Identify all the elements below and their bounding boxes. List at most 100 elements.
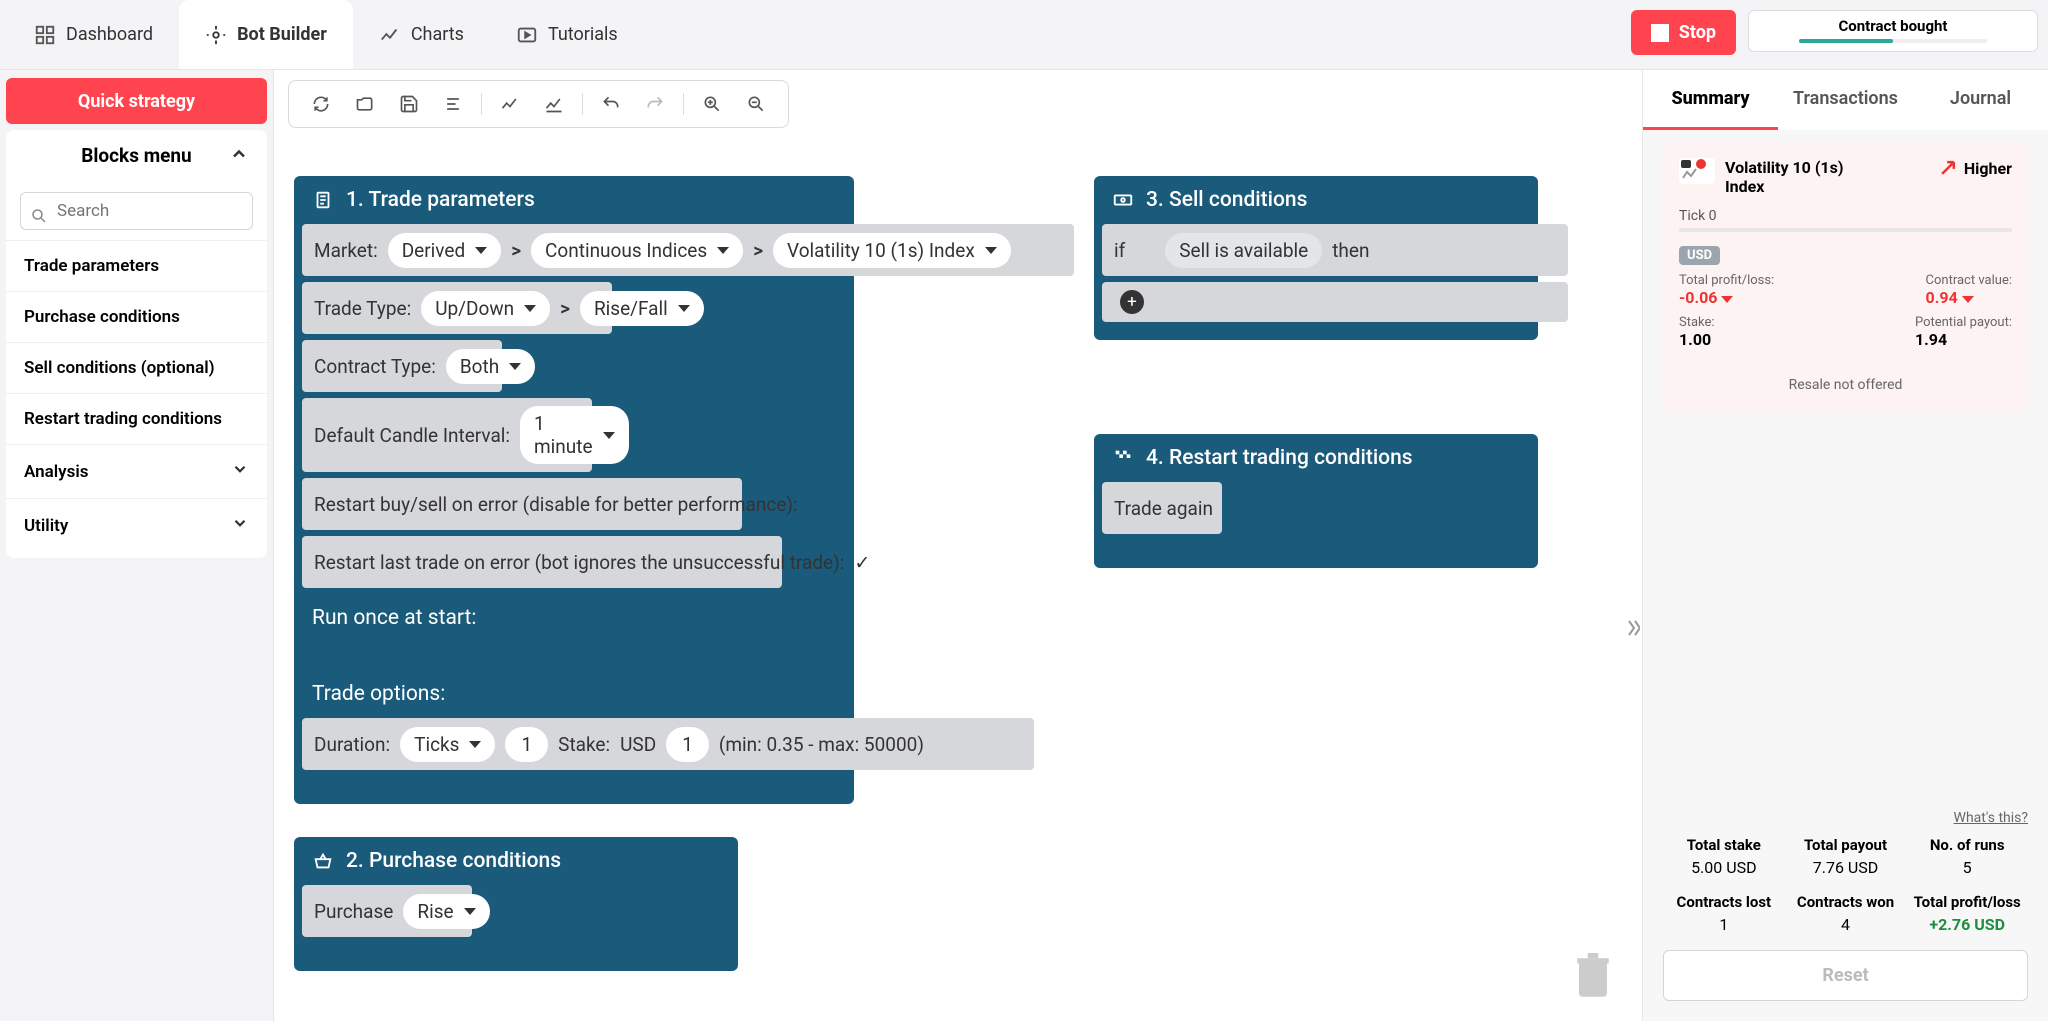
stake-value: 1.00 <box>1679 330 1715 349</box>
payout-value: 1.94 <box>1915 330 2012 349</box>
cval-value: 0.94 <box>1926 288 2012 307</box>
whats-this-link[interactable]: What's this? <box>1663 810 2028 826</box>
trade-again-label: Trade again <box>1114 497 1213 520</box>
collapse-handle[interactable] <box>1624 618 1640 642</box>
duration-value[interactable]: 1 <box>505 727 548 762</box>
menu-trade-parameters[interactable]: Trade parameters <box>6 240 267 291</box>
pl-label: Total profit/loss: <box>1679 273 1774 288</box>
zoom-in-button[interactable] <box>692 84 732 124</box>
duration-unit-select[interactable]: Ticks <box>400 727 495 762</box>
menu-sell-conditions[interactable]: Sell conditions (optional) <box>6 342 267 393</box>
right-tabs: Summary Transactions Journal <box>1643 70 2048 130</box>
tab-label: Charts <box>411 24 464 45</box>
trash-icon[interactable] <box>1572 949 1614 1003</box>
redo-button[interactable] <box>635 84 675 124</box>
toolbar <box>288 80 789 128</box>
chevron-down-icon <box>231 460 249 483</box>
stop-button[interactable]: Stop <box>1631 10 1736 55</box>
stop-label: Stop <box>1679 22 1716 43</box>
right-panel: Summary Transactions Journal Volatility … <box>1642 70 2048 1021</box>
stake-range: (min: 0.35 - max: 50000) <box>719 733 924 756</box>
menu-utility[interactable]: Utility <box>6 498 267 552</box>
candle-select[interactable]: 1 minute <box>520 406 629 464</box>
menu-purchase-conditions[interactable]: Purchase conditions <box>6 291 267 342</box>
menu-analysis[interactable]: Analysis <box>6 444 267 498</box>
restart-last-checkbox[interactable]: ✓ <box>854 550 870 574</box>
tick-label: Tick 0 <box>1679 208 2012 224</box>
line-chart-button[interactable] <box>490 84 530 124</box>
stake-label: Stake: <box>1679 315 1715 330</box>
trade-type-select-2[interactable]: Rise/Fall <box>580 291 704 326</box>
stake-currency: USD <box>620 733 656 756</box>
cval-label: Contract value: <box>1926 273 2012 288</box>
open-button[interactable] <box>345 84 385 124</box>
chevron-down-icon <box>231 514 249 537</box>
block-title: 4. Restart trading conditions <box>1146 446 1413 470</box>
purchase-label: Purchase <box>314 900 393 923</box>
menu-restart[interactable]: Restart trading conditions <box>6 393 267 444</box>
summary-card: Volatility 10 (1s) Index Higher Tick 0 U… <box>1661 142 2030 413</box>
zoom-out-button[interactable] <box>736 84 776 124</box>
blocks-menu-header[interactable]: Blocks menu <box>6 140 267 179</box>
tab-journal[interactable]: Journal <box>1913 70 2048 130</box>
purchase-select[interactable]: Rise <box>403 894 489 929</box>
pl-value: -0.06 <box>1679 288 1774 307</box>
stake-value[interactable]: 1 <box>666 727 709 762</box>
refresh-button[interactable] <box>301 84 341 124</box>
basket-icon <box>312 850 334 872</box>
tab-charts[interactable]: Charts <box>353 0 490 69</box>
status-title: Contract bought <box>1799 17 1987 35</box>
bot-icon <box>205 24 227 46</box>
canvas[interactable]: 1. Trade parameters Market: Derived > Co… <box>274 70 1642 1021</box>
status-progress <box>1799 39 1987 43</box>
tab-summary[interactable]: Summary <box>1643 70 1778 130</box>
top-nav: Dashboard Bot Builder Charts Tutorials S… <box>0 0 2048 69</box>
list-button[interactable] <box>433 84 473 124</box>
flag-icon <box>1112 447 1134 469</box>
blocks-menu-title: Blocks menu <box>81 144 191 167</box>
index-title: Volatility 10 (1s) Index <box>1725 158 1865 196</box>
tab-dashboard[interactable]: Dashboard <box>8 0 179 69</box>
add-condition-button[interactable]: + <box>1120 290 1144 314</box>
market-select-3[interactable]: Volatility 10 (1s) Index <box>773 233 1011 268</box>
then-label: then <box>1332 239 1369 262</box>
left-panel: Quick strategy Blocks menu Trade paramet… <box>0 70 274 1021</box>
block-title: 3. Sell conditions <box>1146 188 1307 212</box>
search-input[interactable] <box>20 192 253 230</box>
block-sell-conditions[interactable]: 3. Sell conditions if Sell is available … <box>1094 176 1538 340</box>
currency-badge: USD <box>1679 246 1720 265</box>
tab-tutorials[interactable]: Tutorials <box>490 0 644 69</box>
play-icon <box>516 24 538 46</box>
quick-strategy-button[interactable]: Quick strategy <box>6 78 267 124</box>
chevron-up-icon <box>229 144 249 169</box>
tab-transactions[interactable]: Transactions <box>1778 70 1913 130</box>
market-select-1[interactable]: Derived <box>388 233 501 268</box>
grid-icon <box>34 24 56 46</box>
contract-type-select[interactable]: Both <box>446 349 535 384</box>
money-icon <box>1112 189 1134 211</box>
contract-type-label: Contract Type: <box>314 355 436 378</box>
block-trade-parameters[interactable]: 1. Trade parameters Market: Derived > Co… <box>294 176 854 804</box>
trade-type-label: Trade Type: <box>314 297 411 320</box>
save-button[interactable] <box>389 84 429 124</box>
undo-button[interactable] <box>591 84 631 124</box>
tab-bot-builder[interactable]: Bot Builder <box>179 0 353 69</box>
direction-label: Higher <box>1964 159 2012 178</box>
reset-button[interactable]: Reset <box>1663 950 2028 1001</box>
block-purchase-conditions[interactable]: 2. Purchase conditions Purchase Rise <box>294 837 738 971</box>
payout-label: Potential payout: <box>1915 315 2012 330</box>
tab-label: Tutorials <box>548 24 618 45</box>
sell-condition[interactable]: Sell is available <box>1165 233 1322 268</box>
block-restart-conditions[interactable]: 4. Restart trading conditions Trade agai… <box>1094 434 1538 568</box>
trade-options-header: Trade options: <box>294 670 854 718</box>
trade-type-select-1[interactable]: Up/Down <box>421 291 550 326</box>
restart-last-label: Restart last trade on error (bot ignores… <box>314 551 844 574</box>
tab-label: Bot Builder <box>237 24 327 45</box>
area-chart-button[interactable] <box>534 84 574 124</box>
market-select-2[interactable]: Continuous Indices <box>531 233 743 268</box>
if-label: if <box>1114 239 1125 262</box>
clipboard-icon <box>312 189 334 211</box>
bottom-stats: What's this? Total stake5.00 USD Total p… <box>1643 796 2048 1021</box>
market-label: Market: <box>314 239 378 262</box>
tab-label: Dashboard <box>66 24 153 45</box>
